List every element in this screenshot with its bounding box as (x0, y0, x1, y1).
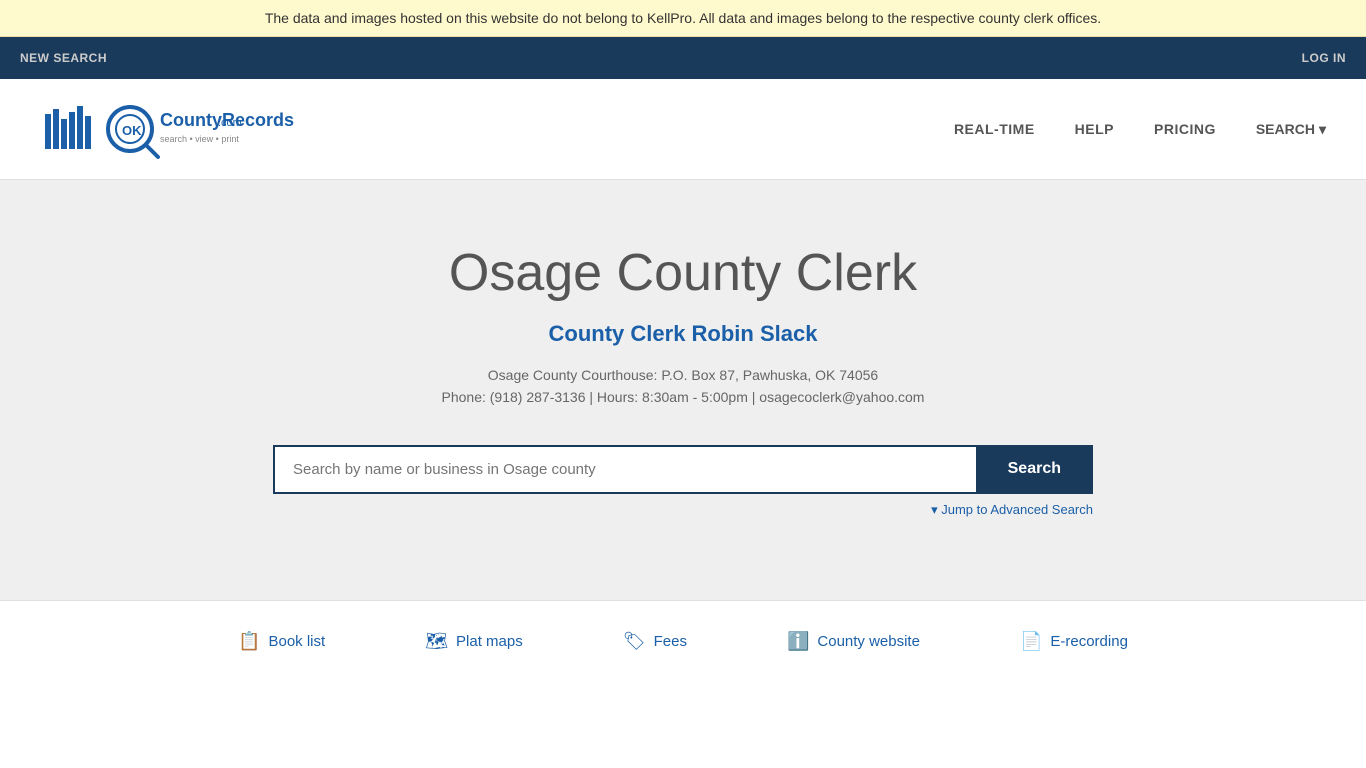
book-list-label: Book list (268, 633, 325, 650)
search-form: Search (273, 445, 1093, 494)
county-website-icon: ℹ️ (787, 631, 809, 652)
site-logo: OK CountyRecords .com search • view • pr… (40, 94, 300, 164)
county-website-label: County website (817, 633, 920, 650)
county-website-link[interactable]: ℹ️ County website (787, 631, 920, 652)
main-header: OK CountyRecords .com search • view • pr… (0, 79, 1366, 180)
county-title: Osage County Clerk (449, 243, 917, 303)
footer-links-section: 📋 Book list 🗺 Plat maps 🏷 Fees ℹ️ County… (0, 600, 1366, 682)
address-info: Osage County Courthouse: P.O. Box 87, Pa… (488, 367, 878, 383)
advanced-search-link[interactable]: ▾ Jump to Advanced Search (931, 502, 1093, 518)
fees-link[interactable]: 🏷 Fees (623, 631, 687, 652)
erecording-label: E-recording (1050, 633, 1128, 650)
login-link[interactable]: LOG IN (1302, 51, 1346, 65)
plat-maps-icon: 🗺 (425, 631, 448, 652)
fees-icon: 🏷 (623, 631, 646, 652)
notice-banner: The data and images hosted on this websi… (0, 0, 1366, 37)
plat-maps-label: Plat maps (456, 633, 523, 650)
plat-maps-link[interactable]: 🗺 Plat maps (425, 631, 523, 652)
banner-text: The data and images hosted on this websi… (265, 10, 1101, 26)
logo-area: OK CountyRecords .com search • view • pr… (40, 94, 300, 164)
erecording-icon: 📄 (1020, 631, 1042, 652)
search-button[interactable]: Search (976, 445, 1093, 494)
fees-label: Fees (654, 633, 687, 650)
hero-section: Osage County Clerk County Clerk Robin Sl… (0, 180, 1366, 600)
new-search-link[interactable]: NEW SEARCH (20, 51, 107, 65)
search-nav-label: SEARCH (1256, 121, 1315, 137)
svg-text:.com: .com (218, 117, 242, 129)
contact-info: Phone: (918) 287-3136 | Hours: 8:30am - … (442, 389, 925, 405)
help-nav-link[interactable]: HELP (1075, 121, 1114, 137)
dropdown-chevron-icon: ▾ (1319, 121, 1326, 138)
svg-text:OK: OK (122, 123, 142, 138)
advanced-search-area: ▾ Jump to Advanced Search (273, 502, 1093, 518)
pricing-nav-link[interactable]: PRICING (1154, 121, 1216, 137)
clerk-name: County Clerk Robin Slack (549, 321, 818, 347)
top-nav: NEW SEARCH LOG IN (0, 37, 1366, 79)
search-input[interactable] (273, 445, 976, 494)
search-nav-dropdown[interactable]: SEARCH ▾ (1256, 121, 1326, 138)
book-list-link[interactable]: 📋 Book list (238, 631, 325, 652)
svg-text:search • view • print: search • view • print (160, 134, 239, 144)
book-list-icon: 📋 (238, 631, 260, 652)
erecording-link[interactable]: 📄 E-recording (1020, 631, 1128, 652)
realtime-nav-link[interactable]: REAL-TIME (954, 121, 1035, 137)
main-nav: REAL-TIME HELP PRICING SEARCH ▾ (954, 121, 1326, 138)
